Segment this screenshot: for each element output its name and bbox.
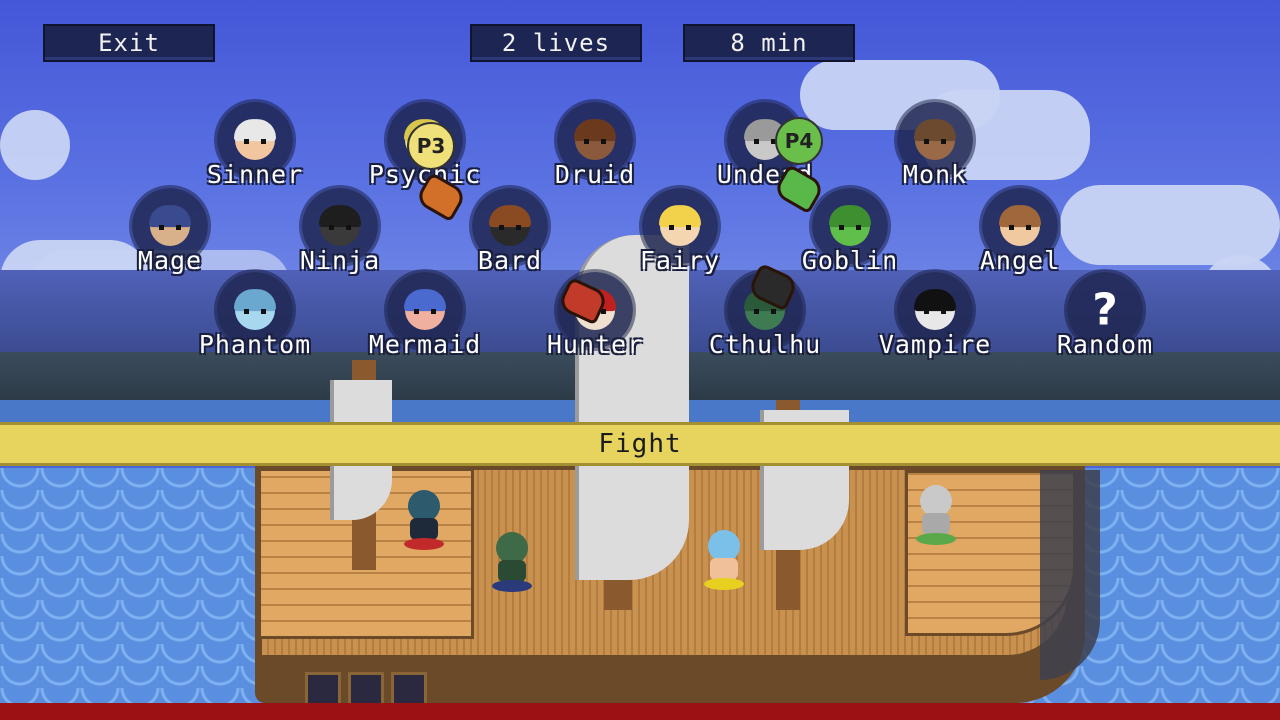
ship-window — [348, 672, 384, 706]
character-name-label: Bard — [477, 246, 543, 275]
character-eyes — [669, 225, 691, 230]
character-hair — [489, 205, 531, 228]
lives-selector[interactable]: 2 lives — [470, 24, 642, 62]
player-4-label: P4 — [784, 129, 814, 153]
deck-character-base — [704, 578, 744, 590]
character-name-label: Phantom — [198, 330, 312, 359]
deck-character-hunter — [400, 490, 448, 552]
character-hair — [319, 205, 361, 228]
character-slot-phantom[interactable]: Phantom — [170, 272, 340, 372]
character-name-label: Goblin — [801, 246, 899, 275]
deck-character-base — [404, 538, 444, 550]
character-eyes — [244, 139, 266, 144]
character-hair — [914, 119, 956, 142]
deck-character-cthulhu — [488, 532, 536, 594]
character-name-label: Monk — [902, 160, 968, 189]
character-name-label: Druid — [554, 160, 636, 189]
character-slot-random[interactable]: ? Random — [1020, 272, 1190, 372]
character-name-label: Random — [1056, 330, 1154, 359]
ship-bow-rail — [1040, 470, 1100, 680]
deck-character-mermaid — [700, 530, 748, 592]
exit-button[interactable]: Exit — [43, 24, 215, 62]
character-hair — [234, 289, 276, 312]
bottom-bar — [0, 703, 1280, 720]
character-eyes — [839, 225, 861, 230]
character-name-label: Mermaid — [368, 330, 482, 359]
character-eyes — [1009, 225, 1031, 230]
character-eyes — [244, 309, 266, 314]
character-eyes — [924, 139, 946, 144]
character-hair — [149, 205, 191, 228]
character-slot-vampire[interactable]: Vampire — [850, 272, 1020, 372]
ship-window — [305, 672, 341, 706]
character-name-label: Fairy — [639, 246, 721, 275]
character-eyes — [414, 309, 436, 314]
question-mark-icon: ? — [1092, 284, 1118, 336]
character-hair — [404, 289, 446, 312]
character-eyes — [754, 309, 776, 314]
character-hair — [234, 119, 276, 142]
player-4-badge: P4 — [775, 117, 823, 165]
deck-character-body — [710, 558, 738, 580]
character-name-label: Undead — [716, 160, 814, 189]
character-hair — [829, 205, 871, 228]
character-eyes — [584, 139, 606, 144]
character-name-label: Sinner — [206, 160, 304, 189]
fight-button[interactable]: Fight — [0, 422, 1280, 466]
character-name-label: Angel — [979, 246, 1061, 275]
character-slot-mermaid[interactable]: Mermaid — [340, 272, 510, 372]
ship-window — [391, 672, 427, 706]
character-slot-undead[interactable]: Undead — [680, 102, 850, 202]
character-eyes — [159, 225, 181, 230]
character-eyes — [499, 225, 521, 230]
character-slot-sinner[interactable]: Sinner — [170, 102, 340, 202]
character-hair — [999, 205, 1041, 228]
character-eyes — [329, 225, 351, 230]
character-hair — [659, 205, 701, 228]
character-hair — [574, 119, 616, 142]
time-selector[interactable]: 8 min — [683, 24, 855, 62]
deck-character-body — [498, 560, 526, 582]
deck-character-base — [916, 533, 956, 545]
deck-character-base — [492, 580, 532, 592]
character-name-label: Ninja — [299, 246, 381, 275]
character-slot-druid[interactable]: Druid — [510, 102, 680, 202]
character-name-label: Vampire — [878, 330, 992, 359]
player-3-badge: P3 — [407, 122, 455, 170]
character-name-label: Cthulhu — [708, 330, 822, 359]
character-name-label: Mage — [137, 246, 203, 275]
character-eyes — [924, 309, 946, 314]
deck-character-body — [410, 518, 438, 540]
deck-character-undead — [912, 485, 960, 547]
character-hair — [914, 289, 956, 312]
player-3-label: P3 — [416, 134, 446, 158]
cloud — [0, 110, 70, 180]
character-name-label: Hunter — [546, 330, 644, 359]
character-eyes — [754, 139, 776, 144]
deck-character-body — [922, 513, 950, 535]
character-slot-monk[interactable]: Monk — [850, 102, 1020, 202]
